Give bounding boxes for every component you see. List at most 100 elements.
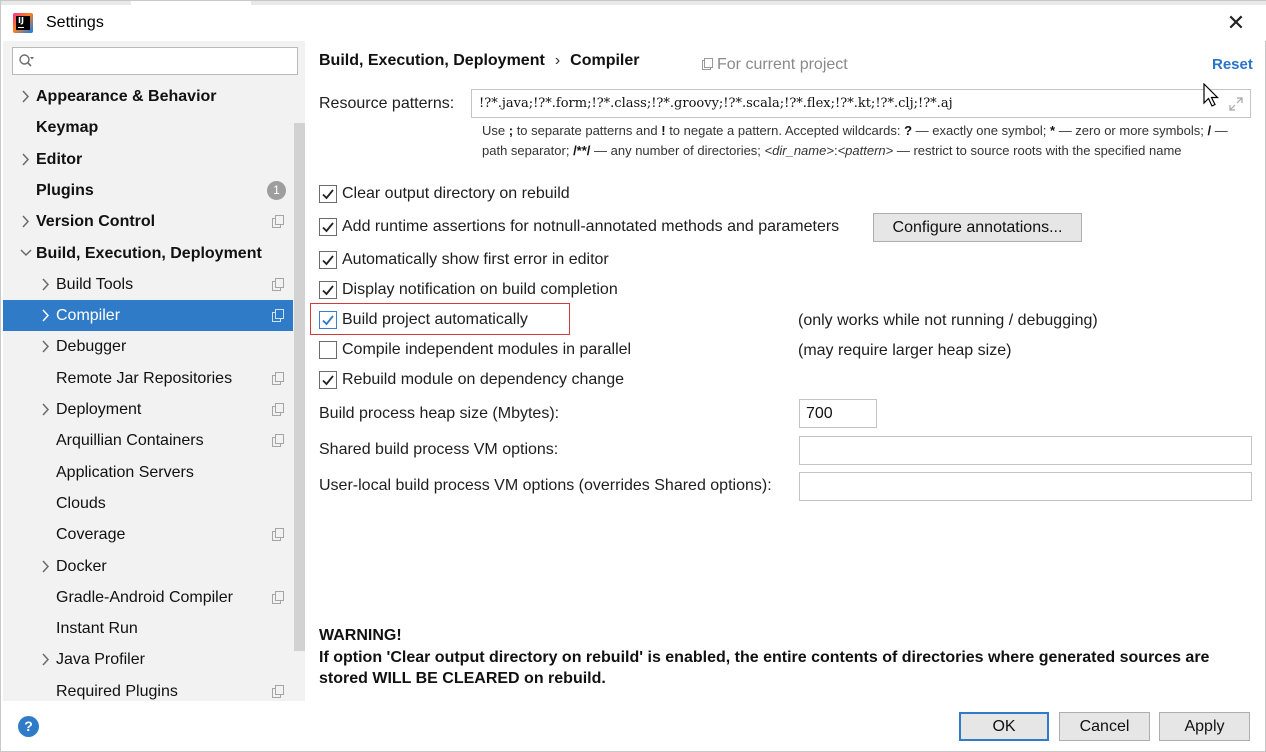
sidebar-item-label: Instant Run (56, 620, 138, 638)
breadcrumb-parent: Build, Execution, Deployment (319, 52, 545, 69)
sidebar-item-remote-jar-repositories[interactable]: Remote Jar Repositories (3, 363, 305, 394)
sidebar-item-docker[interactable]: Docker (3, 551, 305, 582)
resource-patterns-input[interactable] (479, 93, 1199, 114)
project-scope-icon (702, 58, 713, 70)
ok-button[interactable]: OK (959, 712, 1049, 741)
user-vm-field[interactable] (799, 472, 1252, 501)
sidebar-item-coverage[interactable]: Coverage (3, 519, 305, 550)
sidebar-item-label: Required Plugins (56, 682, 178, 700)
chevron-right-icon[interactable] (39, 644, 53, 675)
sidebar-item-editor[interactable]: Editor (3, 144, 305, 175)
chevron-right-icon[interactable] (19, 81, 33, 112)
shared-vm-input[interactable] (806, 440, 1244, 461)
display-notification-checkbox[interactable] (319, 281, 337, 299)
sidebar-item-build-tools[interactable]: Build Tools (3, 269, 305, 300)
apply-button[interactable]: Apply (1159, 712, 1250, 741)
build-automatically-label: Build project automatically (342, 311, 528, 328)
search-box[interactable] (12, 47, 298, 75)
chevron-down-icon[interactable] (19, 238, 33, 269)
compile-parallel-checkbox[interactable] (319, 341, 337, 359)
project-scope-icon (272, 215, 284, 229)
cancel-button[interactable]: Cancel (1059, 712, 1150, 741)
shared-vm-field[interactable] (799, 436, 1252, 465)
sidebar-item-version-control[interactable]: Version Control (3, 206, 305, 237)
display-notification-label: Display notification on build completion (342, 281, 618, 298)
sidebar-item-java-profiler[interactable]: Java Profiler (3, 644, 305, 675)
sidebar-item-debugger[interactable]: Debugger (3, 331, 305, 362)
sidebar-scrollbar-thumb[interactable] (294, 123, 305, 651)
warning-message: WARNING! If option 'Clear output directo… (319, 625, 1239, 690)
runtime-assertions-checkbox[interactable] (319, 218, 337, 236)
sidebar-item-deployment[interactable]: Deployment (3, 394, 305, 425)
sidebar-item-label: Compiler (56, 307, 121, 325)
sidebar-item-clouds[interactable]: Clouds (3, 488, 305, 519)
chevron-right-icon[interactable] (39, 331, 53, 362)
checkmark-icon (322, 285, 334, 296)
settings-sidebar: Appearance & Behavior Keymap Editor Plugins… (3, 41, 305, 701)
compile-parallel-note: (may require larger heap size) (798, 342, 1012, 359)
project-scope-icon (272, 309, 284, 323)
sidebar-item-label: Coverage (56, 526, 126, 544)
sidebar-item-instant-run[interactable]: Instant Run (3, 613, 305, 644)
resource-patterns-hint: Use ; to separate patterns and ! to nega… (482, 123, 1228, 158)
sidebar-item-label: Application Servers (56, 463, 194, 481)
chevron-right-icon[interactable] (19, 144, 33, 175)
clear-output-checkbox[interactable] (319, 185, 337, 203)
sidebar-item-gradle-android-compiler[interactable]: Gradle-Android Compiler (3, 582, 305, 613)
heap-size-field[interactable] (799, 399, 877, 428)
sidebar-item-label: Keymap (36, 119, 99, 137)
user-vm-input[interactable] (806, 476, 1244, 497)
close-icon[interactable]: ✕ (1223, 11, 1249, 37)
sidebar-item-label: Arquillian Containers (56, 432, 204, 450)
sidebar-item-appearance-behavior[interactable]: Appearance & Behavior (3, 81, 305, 112)
chevron-right-icon[interactable] (19, 206, 33, 237)
heap-size-input[interactable] (806, 403, 870, 424)
checkmark-icon (322, 255, 334, 266)
sidebar-item-required-plugins[interactable]: Required Plugins (3, 676, 305, 701)
scope-label: For current project (717, 56, 848, 73)
sidebar-item-label: Debugger (56, 338, 127, 356)
reset-link[interactable]: Reset (1212, 56, 1253, 73)
project-scope-icon (272, 434, 284, 448)
chevron-right-icon[interactable] (39, 551, 53, 582)
sidebar-item-label: Clouds (56, 494, 106, 512)
resource-patterns-label: Resource patterns: (319, 95, 455, 112)
rebuild-dependency-checkbox[interactable] (319, 371, 337, 389)
sidebar-item-label: Docker (56, 557, 107, 575)
help-icon[interactable]: ? (18, 716, 39, 737)
scope-indicator: For current project (702, 56, 848, 74)
heap-size-label: Build process heap size (Mbytes): (319, 405, 560, 422)
build-automatically-checkbox[interactable] (319, 311, 337, 329)
chevron-right-icon[interactable] (39, 394, 53, 425)
project-scope-icon (272, 528, 284, 542)
sidebar-item-label: Appearance & Behavior (36, 88, 217, 105)
sidebar-item-arquillian-containers[interactable]: Arquillian Containers (3, 425, 305, 456)
sidebar-item-compiler[interactable]: Compiler (3, 300, 305, 332)
show-first-error-checkbox[interactable] (319, 251, 337, 269)
project-scope-icon (272, 684, 284, 698)
title-bar: IJ Settings ✕ (1, 5, 1266, 41)
build-automatically-note: (only works while not running / debuggin… (798, 312, 1098, 329)
configure-annotations-button[interactable]: Configure annotations... (873, 213, 1082, 242)
resource-patterns-field[interactable] (471, 89, 1251, 118)
sidebar-item-plugins[interactable]: Plugins 1 (3, 175, 305, 206)
sidebar-item-keymap[interactable]: Keymap (3, 112, 305, 143)
sidebar-item-label: Deployment (56, 401, 142, 418)
project-scope-icon (272, 371, 284, 385)
expand-icon[interactable] (1228, 96, 1244, 112)
search-input[interactable] (39, 50, 289, 72)
chevron-right-icon[interactable] (39, 300, 53, 331)
chevron-right-icon[interactable] (39, 269, 53, 300)
warning-text: If option 'Clear output directory on reb… (319, 648, 1210, 688)
sidebar-item-build-execution-deployment[interactable]: Build, Execution, Deployment (3, 238, 305, 269)
checkmark-icon (322, 375, 334, 386)
project-scope-icon (272, 277, 284, 291)
sidebar-item-label: Build Tools (56, 275, 134, 293)
sidebar-item-application-servers[interactable]: Application Servers (3, 457, 305, 488)
compiler-settings-panel: Build, Execution, Deployment › Compiler Fo… (305, 41, 1265, 701)
breadcrumb: Build, Execution, Deployment › Compiler (319, 52, 639, 70)
intellij-app-icon: IJ (13, 13, 33, 33)
user-vm-label: User-local build process VM options (ove… (319, 477, 772, 494)
rebuild-dependency-label: Rebuild module on dependency change (342, 371, 624, 388)
clear-output-label: Clear output directory on rebuild (342, 185, 570, 202)
